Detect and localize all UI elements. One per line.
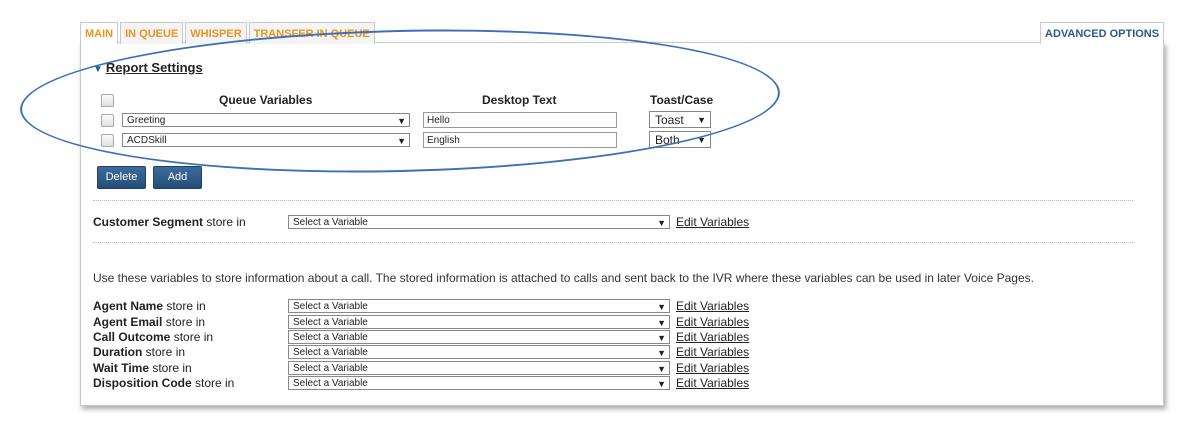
delete-button[interactable]: Delete [97,166,146,189]
tab-bar: MAIN IN QUEUE WHISPER TRANSFER IN QUEUE [80,22,377,44]
label-suffix: store in [170,330,214,344]
report-settings-toggle[interactable]: ▼ Report Settings [93,60,203,75]
call-outcome-label: Call Outcome store in [93,330,213,344]
label-bold: Disposition Code [93,376,192,390]
edit-variables-link[interactable]: Edit Variables [676,315,749,329]
dropdown-arrow-icon: ▼ [697,115,706,125]
label-suffix: store in [142,345,186,359]
duration-select[interactable]: Select a Variable ▼ [288,345,670,359]
edit-variables-link[interactable]: Edit Variables [676,376,749,390]
customer-segment-value: Select a Variable [293,217,368,228]
customer-segment-label-suffix: store in [203,215,246,229]
edit-variables-link[interactable]: Edit Variables [676,215,749,229]
divider [93,200,1133,201]
add-button[interactable]: Add [153,166,202,189]
desktop-text-input[interactable]: English [423,132,617,148]
toast-case-value: Both [655,133,680,147]
call-outcome-select[interactable]: Select a Variable ▼ [288,330,670,344]
edit-variables-link[interactable]: Edit Variables [676,345,749,359]
dropdown-arrow-icon: ▼ [657,302,666,312]
desktop-text-value: Hello [427,115,450,126]
disposition-code-select[interactable]: Select a Variable ▼ [288,376,670,390]
agent-email-label: Agent Email store in [93,315,205,329]
dropdown-arrow-icon: ▼ [697,135,706,145]
label-bold: Call Outcome [93,330,171,344]
wait-time-select[interactable]: Select a Variable ▼ [288,361,670,375]
info-text: Use these variables to store information… [93,271,1034,285]
toast-case-select[interactable]: Both ▼ [649,131,711,148]
row-checkbox[interactable] [101,114,114,127]
queue-variables-header: Queue Variables [219,93,313,107]
dropdown-arrow-icon: ▼ [657,379,666,389]
select-value: Select a Variable [293,332,368,343]
label-bold: Wait Time [93,361,150,375]
label-suffix: store in [162,315,206,329]
desktop-text-header: Desktop Text [482,93,557,107]
select-value: Select a Variable [293,378,368,389]
tab-whisper[interactable]: WHISPER [185,22,247,44]
dropdown-arrow-icon: ▼ [657,333,666,343]
divider [93,242,1133,243]
toast-case-value: Toast [655,113,684,127]
wait-time-label: Wait Time store in [93,361,192,375]
queue-variable-select[interactable]: Greeting ▼ [122,113,410,127]
dropdown-arrow-icon: ▼ [657,348,666,358]
tab-main[interactable]: MAIN [80,22,119,44]
dropdown-arrow-icon: ▼ [397,116,406,126]
select-all-checkbox[interactable] [101,94,114,107]
select-value: Select a Variable [293,301,368,312]
desktop-text-input[interactable]: Hello [423,112,617,128]
disposition-code-label: Disposition Code store in [93,376,234,390]
toast-case-header: Toast/Case [650,93,714,107]
toast-case-select[interactable]: Toast ▼ [649,111,711,128]
row-checkbox[interactable] [101,134,114,147]
select-value: Select a Variable [293,317,368,328]
dropdown-arrow-icon: ▼ [657,318,666,328]
report-settings-title: Report Settings [105,60,203,75]
label-bold: Duration [93,345,143,359]
edit-variables-link[interactable]: Edit Variables [676,361,749,375]
dropdown-arrow-icon: ▼ [657,218,666,228]
edit-variables-link[interactable]: Edit Variables [676,330,749,344]
agent-name-label: Agent Name store in [93,299,206,313]
label-suffix: store in [191,376,235,390]
collapse-triangle-icon: ▼ [93,64,103,75]
agent-email-select[interactable]: Select a Variable ▼ [288,315,670,329]
queue-variable-value: ACDSkill [127,135,167,146]
customer-segment-label-bold: Customer Segment [93,215,204,229]
customer-segment-select[interactable]: Select a Variable ▼ [288,215,670,229]
dropdown-arrow-icon: ▼ [657,364,666,374]
label-suffix: store in [163,299,206,313]
tab-transfer-in-queue[interactable]: TRANSFER IN QUEUE [248,22,375,44]
tab-in-queue[interactable]: IN QUEUE [120,22,184,44]
agent-name-select[interactable]: Select a Variable ▼ [288,299,670,313]
label-suffix: store in [149,361,192,375]
queue-variable-value: Greeting [127,115,166,126]
duration-label: Duration store in [93,345,185,359]
label-bold: Agent Email [93,315,163,329]
tab-advanced-options[interactable]: ADVANCED OPTIONS [1040,22,1165,44]
select-value: Select a Variable [293,363,368,374]
select-value: Select a Variable [293,347,368,358]
queue-variable-select[interactable]: ACDSkill ▼ [122,133,410,147]
customer-segment-label: Customer Segment store in [93,215,246,229]
label-bold: Agent Name [93,299,164,313]
edit-variables-link[interactable]: Edit Variables [676,299,749,313]
dropdown-arrow-icon: ▼ [397,136,406,146]
desktop-text-value: English [427,135,460,146]
